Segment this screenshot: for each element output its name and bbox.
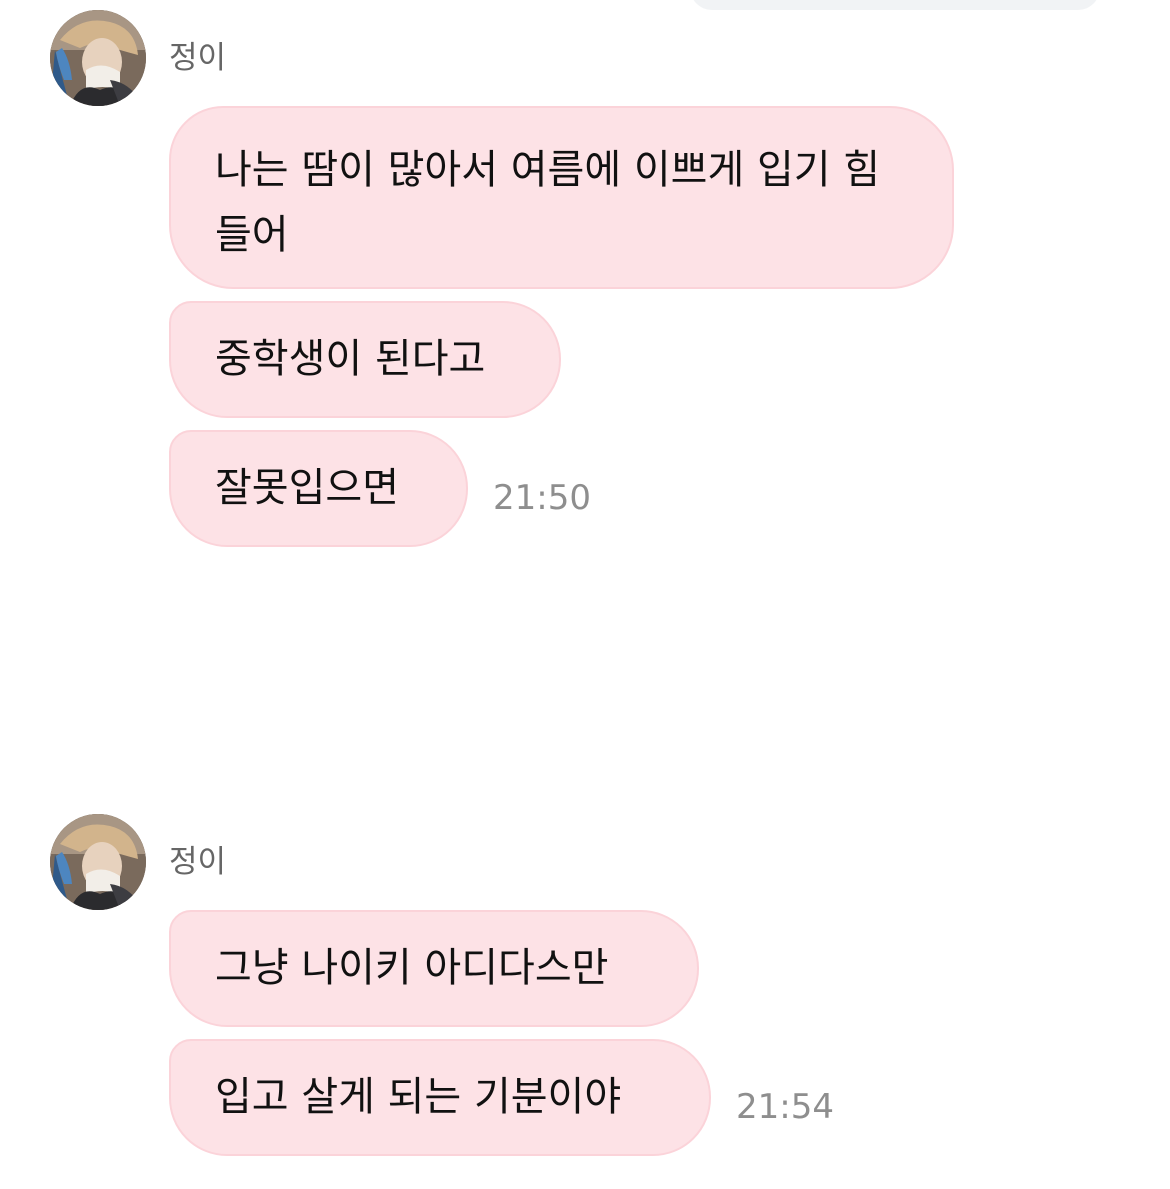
message-text: 잘못입으면 [215,465,399,511]
message-bubble[interactable]: 나는 땀이 많아서 여름에 이쁘게 입기 힘들어 [169,106,954,289]
message-timestamp: 21:50 [493,478,591,518]
message-bubble[interactable]: 중학생이 된다고 [169,301,561,418]
avatar[interactable] [50,814,146,910]
sender-name: 정이 [169,844,227,880]
avatar-photo [50,10,146,106]
message-timestamp: 21:54 [736,1087,834,1127]
message-text: 입고 살게 되는 기분이야 [215,1074,622,1120]
message-text: 그냥 나이키 아디다스만 [215,945,609,991]
message-text: 중학생이 된다고 [215,336,486,382]
avatar-photo [50,814,146,910]
message-bubble[interactable]: 그냥 나이키 아디다스만 [169,910,699,1027]
message-text: 나는 땀이 많아서 여름에 이쁘게 입기 힘들어 [215,147,881,258]
avatar[interactable] [50,10,146,106]
message-bubble[interactable]: 잘못입으면 [169,430,468,547]
previous-message-bubble [690,0,1100,10]
sender-name: 정이 [169,40,227,76]
message-bubble[interactable]: 입고 살게 되는 기분이야 [169,1039,711,1156]
